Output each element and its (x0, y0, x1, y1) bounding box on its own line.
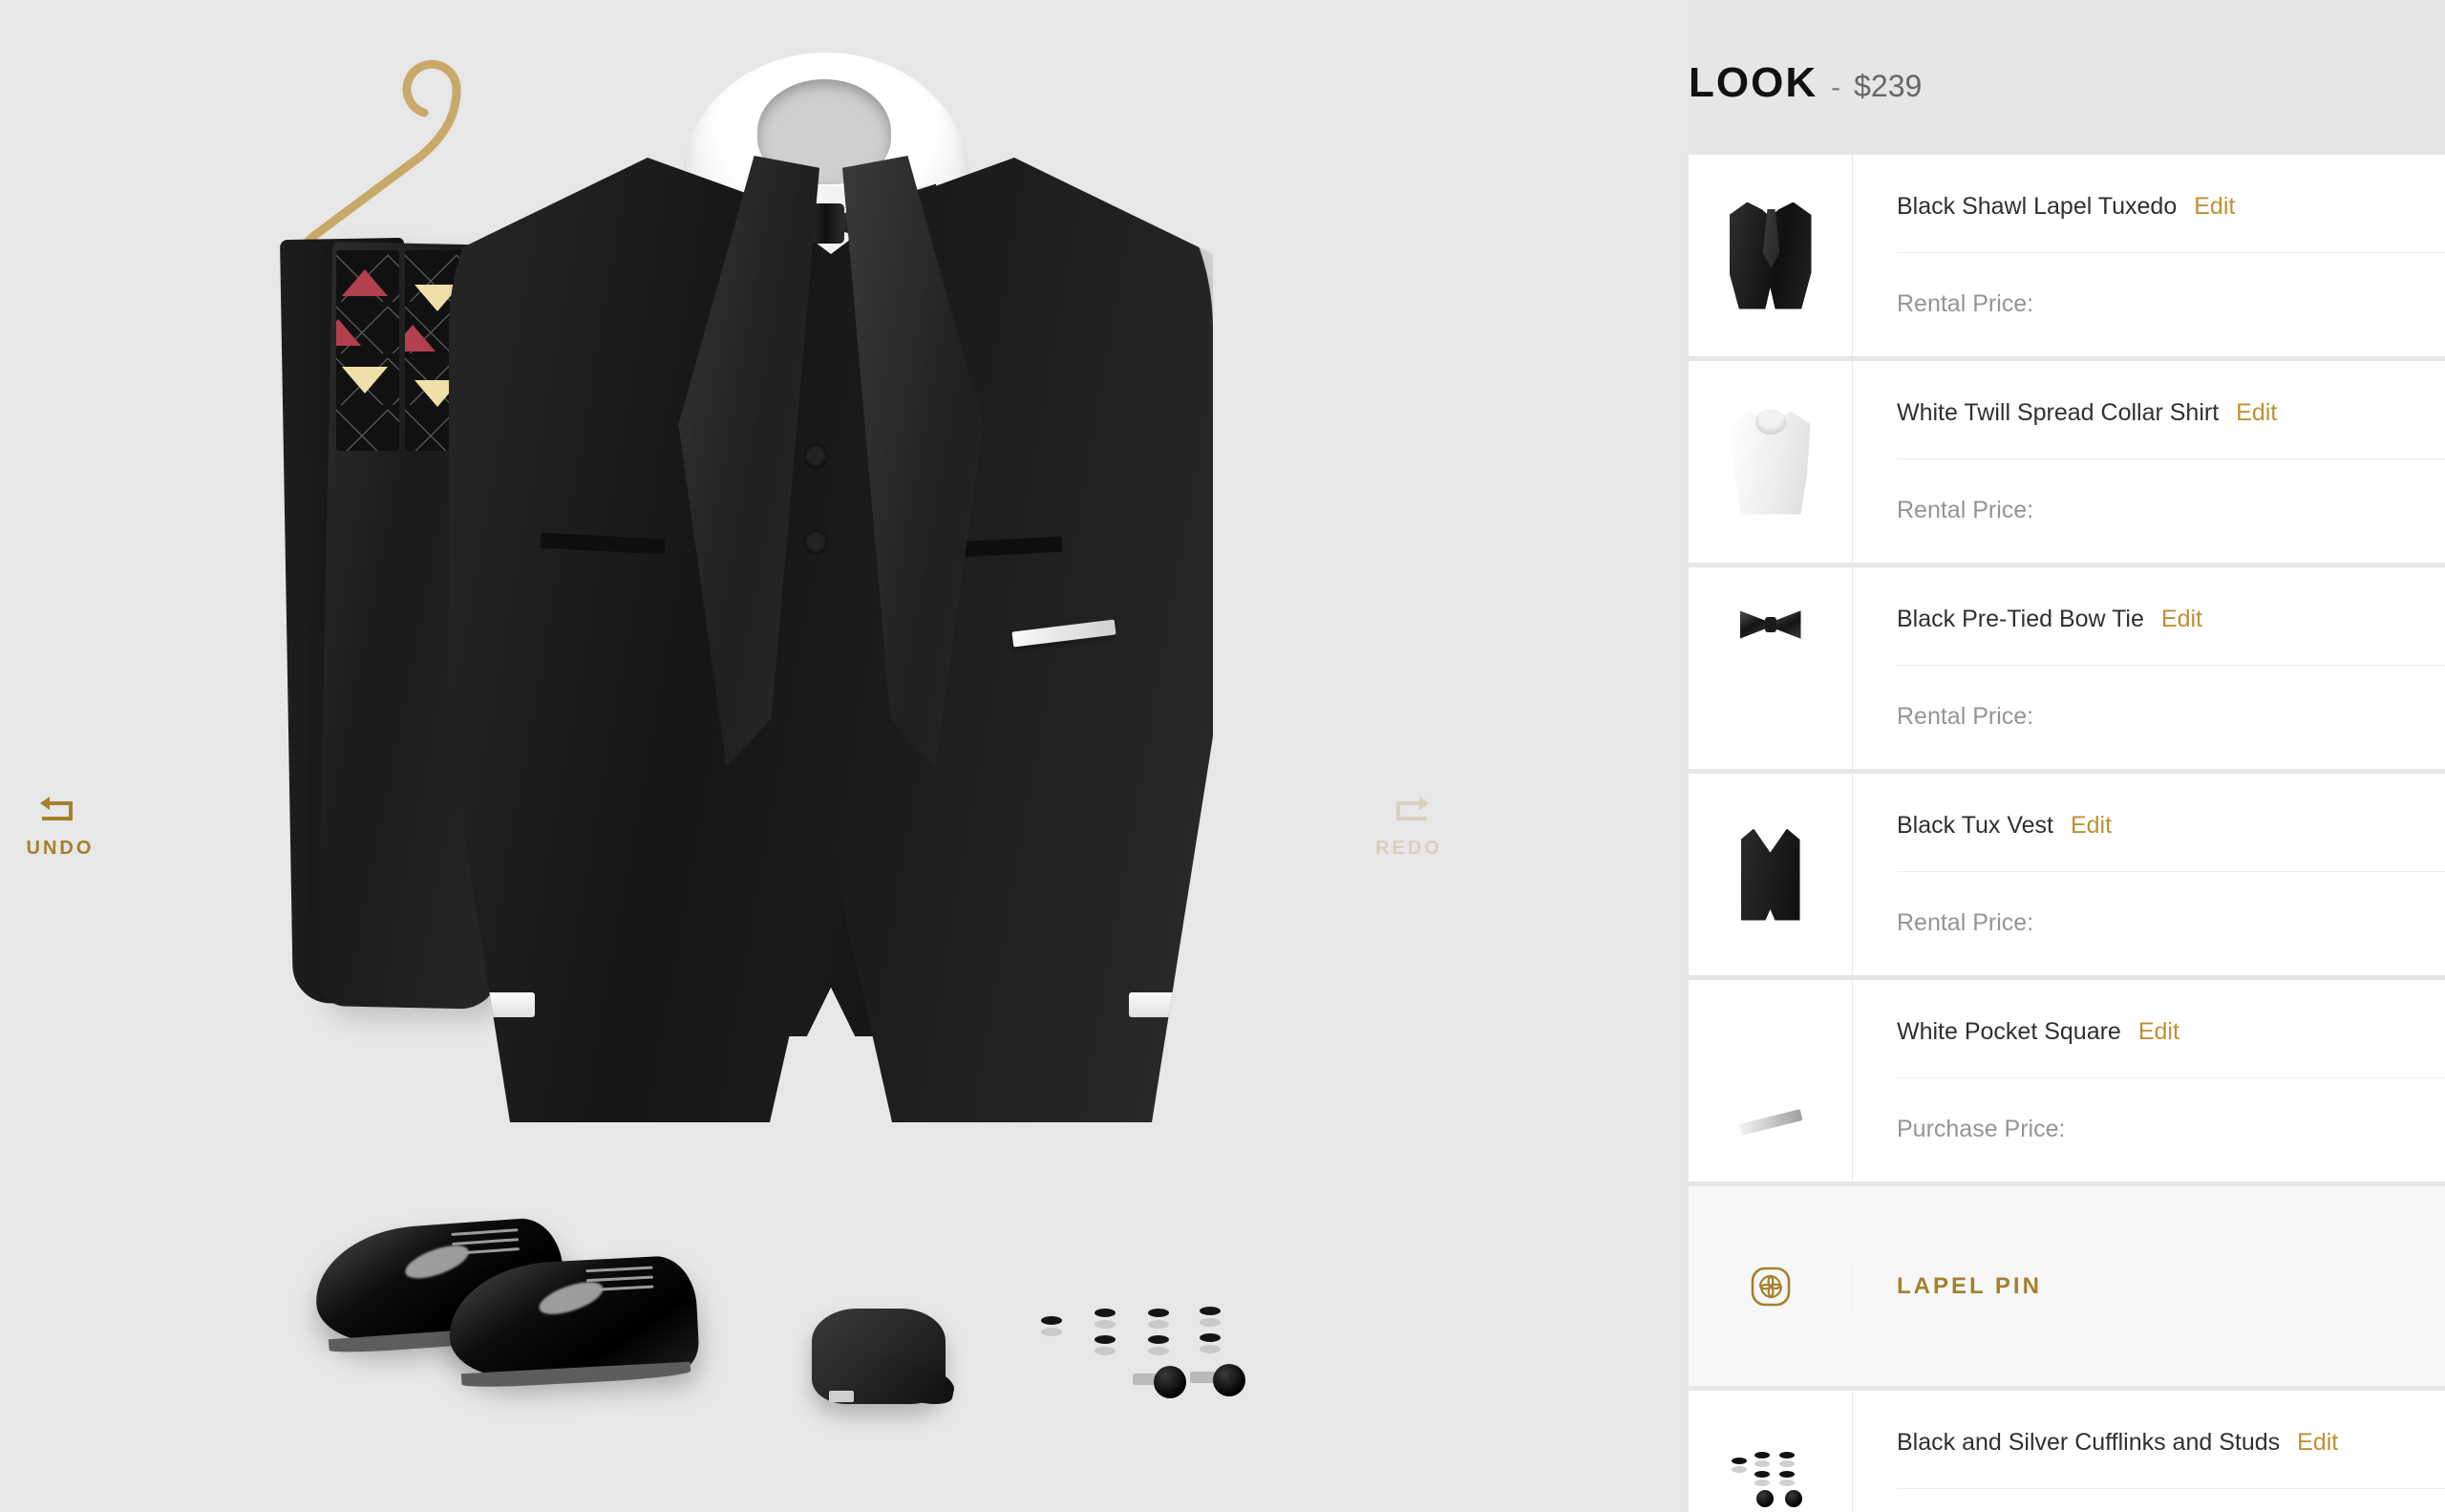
item-price-label: Rental Price: (1897, 290, 2034, 317)
undo-arrow-icon (38, 791, 82, 828)
redo-button[interactable]: REDO (1337, 791, 1480, 860)
list-item[interactable]: White Twill Spread Collar Shirt Edit Ren… (1689, 361, 2445, 563)
item-thumbnail (1689, 361, 1853, 563)
page-title: LOOK (1689, 59, 1818, 106)
item-price-label: Rental Price: (1897, 909, 2034, 936)
item-name: White Pocket Square (1897, 1018, 2121, 1045)
divider (1897, 1488, 2445, 1489)
item-thumbnail (1689, 567, 1853, 769)
item-thumbnail (1689, 1391, 1853, 1512)
argyle-sock-left (336, 250, 399, 451)
tuxedo-illustration (449, 53, 1213, 1151)
add-item-label: LAPEL PIN (1897, 1272, 2042, 1299)
cummerbund (812, 1309, 946, 1404)
add-lapel-pin-row[interactable]: LAPEL PIN (1689, 1186, 2445, 1386)
item-thumbnail (1689, 980, 1853, 1182)
edit-link[interactable]: Edit (2194, 193, 2235, 221)
undo-button[interactable]: UNDO (0, 791, 132, 860)
pocket-square-thumbnail-icon (1738, 1109, 1802, 1136)
item-name: White Twill Spread Collar Shirt (1897, 399, 2220, 426)
list-item[interactable]: Black Shawl Lapel Tuxedo Edit Rental Pri… (1689, 155, 2445, 356)
item-thumbnail (1689, 1264, 1853, 1309)
dress-shirt-thumbnail-icon (1730, 409, 1811, 515)
item-price-label: Rental Price: (1897, 703, 2034, 730)
item-name: Black Tux Vest (1897, 812, 2053, 839)
item-name: Black Shawl Lapel Tuxedo (1897, 193, 2178, 220)
divider (1897, 1077, 2445, 1078)
look-item-list: Black Shawl Lapel Tuxedo Edit Rental Pri… (1689, 155, 2445, 1512)
redo-label: REDO (1375, 838, 1442, 859)
look-total-price: $239 (1854, 69, 1923, 103)
item-name: Black and Silver Cufflinks and Studs (1897, 1429, 2281, 1456)
list-item[interactable]: White Pocket Square Edit Purchase Price: (1689, 980, 2445, 1182)
list-item[interactable]: Black Tux Vest Edit Rental Price: (1689, 774, 2445, 975)
tuxedo-jacket-thumbnail-icon (1729, 202, 1812, 309)
list-item[interactable]: Black Pre-Tied Bow Tie Edit Rental Price… (1689, 567, 2445, 769)
edit-link[interactable]: Edit (2236, 399, 2277, 427)
divider (1897, 252, 2445, 253)
item-name: Black Pre-Tied Bow Tie (1897, 606, 2144, 632)
list-item[interactable]: Black and Silver Cufflinks and Studs Edi… (1689, 1391, 2445, 1512)
outfit-preview-canvas: UNDO REDO (0, 0, 1689, 1512)
edit-link[interactable]: Edit (2138, 1018, 2179, 1046)
look-builder-page: UNDO REDO LOOK - $239 Black Shawl Lapel … (0, 0, 2445, 1512)
divider (1897, 665, 2445, 666)
item-thumbnail (1689, 155, 1853, 356)
edit-link[interactable]: Edit (2071, 812, 2112, 840)
item-price-label: Rental Price: (1897, 497, 2034, 523)
undo-label: UNDO (26, 838, 95, 859)
bow-tie-thumbnail-icon (1739, 609, 1801, 640)
redo-arrow-icon (1387, 791, 1431, 828)
divider (1897, 458, 2445, 459)
cufflinks-and-studs (1041, 1307, 1251, 1412)
item-price-label: Purchase Price: (1897, 1116, 2066, 1142)
look-summary-panel: LOOK - $239 Black Shawl Lapel Tuxedo Edi… (1689, 0, 2445, 1512)
vest-thumbnail-icon (1740, 828, 1800, 921)
edit-link[interactable]: Edit (2297, 1429, 2338, 1457)
title-separator: - (1831, 72, 1841, 103)
panel-header: LOOK - $239 (1689, 0, 2445, 107)
divider (1897, 871, 2445, 872)
lapel-pin-swirl-icon (1749, 1265, 1793, 1309)
item-thumbnail (1689, 774, 1853, 975)
edit-link[interactable]: Edit (2161, 606, 2202, 633)
cufflinks-studs-thumbnail-icon (1730, 1450, 1812, 1509)
